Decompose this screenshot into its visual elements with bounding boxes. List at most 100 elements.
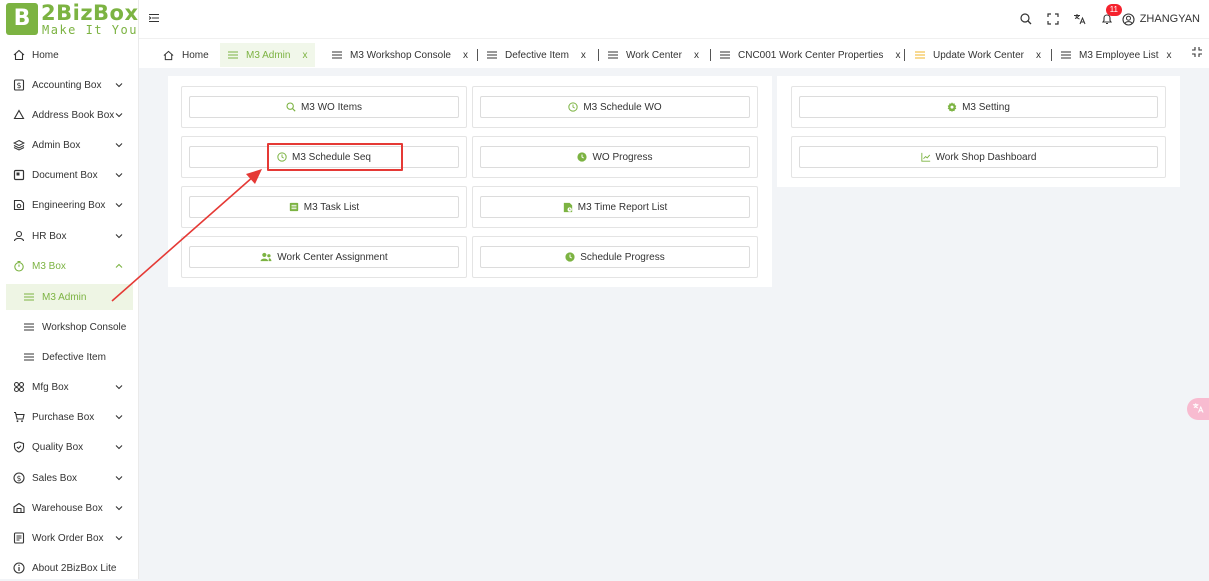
sidebar-item-label: Document Box [32, 169, 98, 181]
tab-label: Update Work Center [933, 49, 1024, 61]
bell-icon[interactable]: 11 [1100, 4, 1122, 26]
sidebar-item-address-book[interactable]: Address Book Box [6, 102, 133, 128]
sidebar-item-engineering[interactable]: Engineering Box [6, 192, 133, 218]
sidebar-item-sales[interactable]: $ Sales Box [6, 465, 133, 491]
menu-lines-icon [487, 51, 497, 59]
tab-label: M3 Admin [246, 49, 291, 61]
floating-helper-button[interactable] [1187, 398, 1209, 420]
sidebar-item-about[interactable]: About 2BizBox Lite [6, 555, 133, 581]
user-avatar-icon [1122, 12, 1135, 26]
gear-doc-icon [12, 198, 26, 212]
fullscreen-icon[interactable] [1192, 47, 1202, 60]
tab-label: CNC001 Work Center Properties [738, 49, 884, 61]
tab-close-button[interactable]: x [694, 50, 699, 61]
sidebar-item-accounting[interactable]: $ Accounting Box [6, 72, 133, 98]
logo[interactable]: B 2BizBox Make It Yours [6, 1, 138, 37]
chevron-down-icon [115, 535, 125, 541]
button-cell: WO Progress [472, 136, 758, 178]
sidebar-item-label: Quality Box [32, 441, 84, 453]
user-menu[interactable]: ZHANGYAN [1122, 12, 1200, 26]
chevron-down-icon [115, 202, 125, 208]
svg-text:$: $ [17, 474, 22, 483]
sidebar-item-home[interactable]: Home [6, 42, 133, 68]
m3-schedule-wo-button[interactable]: M3 Schedule WO [480, 96, 750, 118]
cart-icon [12, 410, 26, 424]
m3-setting-button[interactable]: M3 Setting [799, 96, 1158, 118]
person-icon [12, 229, 26, 243]
clock-filled-icon [577, 152, 588, 162]
translate-icon [1192, 402, 1204, 417]
notification-badge: 11 [1105, 4, 1122, 16]
sidebar-item-admin[interactable]: Admin Box [6, 132, 133, 158]
sidebar-subitem-label: Workshop Console [42, 321, 127, 333]
button-cell: M3 WO Items [181, 86, 467, 128]
sidebar-item-document[interactable]: Document Box [6, 162, 133, 188]
sidebar-item-work-order[interactable]: Work Order Box [6, 525, 133, 551]
recycle-icon [12, 108, 26, 122]
sidebar-subitem-workshop-console[interactable]: Workshop Console [6, 314, 133, 340]
collapse-sidebar-icon[interactable] [148, 13, 159, 23]
schedule-progress-button[interactable]: Schedule Progress [480, 246, 750, 268]
sidebar-item-warehouse[interactable]: Warehouse Box [6, 495, 133, 521]
stopwatch-icon [12, 259, 26, 273]
sidebar-subitem-m3-admin[interactable]: M3 Admin [6, 284, 133, 310]
sidebar-item-purchase[interactable]: Purchase Box [6, 404, 133, 430]
chevron-down-icon [115, 233, 125, 239]
m3-task-list-button[interactable]: M3 Task List [189, 196, 459, 218]
tab-m3-admin[interactable]: M3 Admin x [220, 43, 316, 67]
work-shop-dashboard-button[interactable]: Work Shop Dashboard [799, 146, 1158, 168]
sidebar-item-label: Mfg Box [32, 381, 69, 393]
sidebar-item-label: M3 Box [32, 260, 66, 272]
tab-separator [710, 49, 711, 61]
tab-close-button[interactable]: x [1166, 50, 1171, 61]
sidebar-item-label: Warehouse Box [32, 502, 103, 514]
tab-separator [477, 49, 478, 61]
translate-icon[interactable] [1073, 12, 1087, 26]
chevron-down-icon [115, 112, 125, 118]
tab-update-work-center[interactable]: Update Work Center x [915, 43, 1041, 67]
tab-close-button[interactable]: x [463, 50, 468, 61]
tab-m3-workshop-console[interactable]: M3 Workshop Console x [332, 43, 468, 67]
tab-close-button[interactable]: x [581, 50, 586, 61]
sidebar-item-mfg[interactable]: Mfg Box [6, 374, 133, 400]
svg-text:$: $ [16, 81, 21, 90]
m3-admin-panel: M3 WO Items M3 Schedule WO M3 Schedule S… [168, 76, 772, 287]
button-cell: M3 Schedule WO [472, 86, 758, 128]
tab-home[interactable]: Home [163, 43, 209, 67]
chevron-down-icon [115, 414, 125, 420]
tab-close-button[interactable]: x [1036, 50, 1041, 61]
sidebar-item-label: Home [32, 49, 59, 61]
tab-m3-employee-list[interactable]: M3 Employee List x [1061, 43, 1171, 67]
top-bar: 11 ZHANGYAN [139, 0, 1209, 38]
dollar-doc-icon: $ [12, 78, 26, 92]
expand-icon[interactable] [1046, 12, 1060, 26]
sidebar-item-m3-box[interactable]: M3 Box [6, 253, 133, 279]
wo-progress-button[interactable]: WO Progress [480, 146, 750, 168]
sidebar-item-hr[interactable]: HR Box [6, 223, 133, 249]
sidebar-item-label: Sales Box [32, 472, 78, 484]
tab-cnc001-work-center-properties[interactable]: CNC001 Work Center Properties x [720, 43, 900, 67]
tab-close-button[interactable]: x [302, 50, 307, 61]
tab-label: Defective Item [505, 49, 569, 61]
tab-separator [1051, 49, 1052, 61]
work-center-assignment-button[interactable]: Work Center Assignment [189, 246, 459, 268]
m3-time-report-list-button[interactable]: M3 Time Report List [480, 196, 750, 218]
m3-wo-items-button[interactable]: M3 WO Items [189, 96, 459, 118]
menu-lines-icon [332, 51, 342, 59]
sidebar-item-label: Admin Box [32, 139, 81, 151]
sidebar-item-quality[interactable]: Quality Box [6, 434, 133, 460]
tab-close-button[interactable]: x [895, 50, 900, 61]
sidebar-subitem-defective-item[interactable]: Defective Item [6, 344, 133, 370]
button-cell: M3 Time Report List [472, 186, 758, 228]
tab-defective-item[interactable]: Defective Item x [487, 43, 586, 67]
home-icon [12, 48, 26, 62]
chevron-down-icon [115, 384, 125, 390]
button-label: M3 WO Items [300, 101, 363, 113]
menu-lines-icon [24, 323, 36, 331]
layers-icon [12, 138, 26, 152]
search-icon [286, 102, 296, 112]
tab-work-center[interactable]: Work Center x [608, 43, 699, 67]
username: ZHANGYAN [1139, 13, 1200, 25]
search-icon[interactable] [1019, 12, 1033, 26]
menu-lines-icon [1061, 51, 1071, 59]
